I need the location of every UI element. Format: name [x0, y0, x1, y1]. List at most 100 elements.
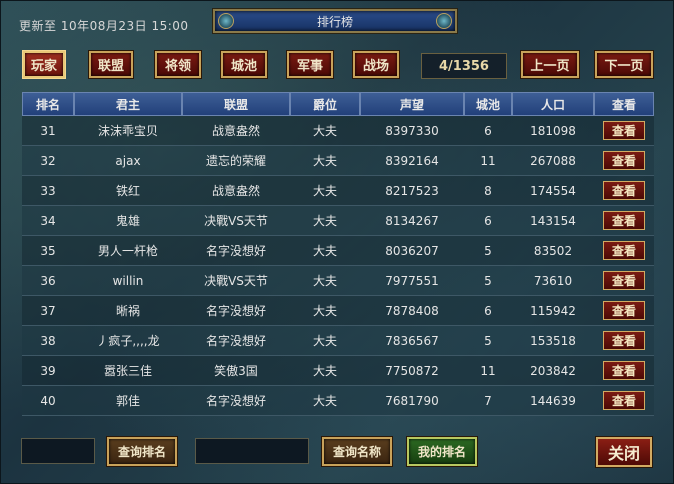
column-header-alliance: 联盟 [182, 92, 290, 116]
ranking-table: 排名 君主 联盟 爵位 声望 城池 人口 查看 31 沫沫乖宝贝 战意盎然 大夫 839… [22, 92, 654, 416]
prestige-cell: 7977551 [360, 266, 464, 296]
alliance-cell: 战意盎然 [182, 176, 290, 206]
view-button[interactable]: 查看 [603, 391, 645, 410]
alliance-cell: 名字没想好 [182, 386, 290, 416]
ornament-left-icon [218, 13, 234, 29]
view-button[interactable]: 查看 [603, 211, 645, 230]
cities-cell: 5 [464, 266, 512, 296]
cities-cell: 5 [464, 236, 512, 266]
ranking-panel: 更新至 10年08月23日 15:00 排行榜 玩家 联盟 将领 城池 军事 战… [0, 0, 674, 484]
ornament-right-icon [436, 13, 452, 29]
lord-name-cell: 郭佳 [74, 386, 182, 416]
column-header-population: 人口 [512, 92, 594, 116]
title-cell: 大夫 [290, 236, 360, 266]
rank-cell: 40 [22, 386, 74, 416]
prev-page-button[interactable]: 上一页 [521, 51, 579, 78]
rank-cell: 39 [22, 356, 74, 386]
table-row: 38 丿疯子,,,,龙 名字没想好 大夫 7836567 5 153518 查看 [22, 326, 654, 356]
population-cell: 73610 [512, 266, 594, 296]
prestige-cell: 7878408 [360, 296, 464, 326]
table-row: 34 鬼雄 决戰VS天节 大夫 8134267 6 143154 查看 [22, 206, 654, 236]
table-row: 35 男人一杆枪 名字没想好 大夫 8036207 5 83502 查看 [22, 236, 654, 266]
title-cell: 大夫 [290, 356, 360, 386]
prestige-cell: 8134267 [360, 206, 464, 236]
alliance-cell: 名字没想好 [182, 296, 290, 326]
population-cell: 143154 [512, 206, 594, 236]
rank-cell: 31 [22, 116, 74, 146]
lord-name-cell: ajax [74, 146, 182, 176]
title-bar: 排行榜 [213, 9, 457, 33]
column-header-view: 查看 [594, 92, 654, 116]
population-cell: 115942 [512, 296, 594, 326]
view-cell: 查看 [594, 266, 654, 296]
tab-battlefield[interactable]: 战场 [353, 51, 399, 78]
page-title: 排行榜 [316, 14, 353, 29]
view-button[interactable]: 查看 [603, 121, 645, 140]
title-cell: 大夫 [290, 206, 360, 236]
cities-cell: 6 [464, 206, 512, 236]
view-button[interactable]: 查看 [603, 331, 645, 350]
tab-general[interactable]: 将领 [155, 51, 201, 78]
table-row: 40 郭佳 名字没想好 大夫 7681790 7 144639 查看 [22, 386, 654, 416]
cities-cell: 8 [464, 176, 512, 206]
prestige-cell: 8392164 [360, 146, 464, 176]
rank-cell: 32 [22, 146, 74, 176]
cities-cell: 5 [464, 326, 512, 356]
prestige-cell: 7681790 [360, 386, 464, 416]
lord-name-cell: 沫沫乖宝贝 [74, 116, 182, 146]
view-button[interactable]: 查看 [603, 361, 645, 380]
column-header-prestige: 声望 [360, 92, 464, 116]
column-header-cities: 城池 [464, 92, 512, 116]
name-search-input[interactable] [195, 438, 309, 464]
table-row: 32 ajax 遗忘的荣耀 大夫 8392164 11 267088 查看 [22, 146, 654, 176]
population-cell: 153518 [512, 326, 594, 356]
rank-cell: 37 [22, 296, 74, 326]
population-cell: 144639 [512, 386, 594, 416]
title-cell: 大夫 [290, 176, 360, 206]
view-cell: 查看 [594, 176, 654, 206]
ranking-table-body: 31 沫沫乖宝贝 战意盎然 大夫 8397330 6 181098 查看 32 ajax 遗忘的荣耀… [22, 116, 654, 416]
my-rank-button[interactable]: 我的排名 [407, 437, 477, 466]
alliance-cell: 遗忘的荣耀 [182, 146, 290, 176]
view-button[interactable]: 查看 [603, 241, 645, 260]
next-page-button[interactable]: 下一页 [595, 51, 653, 78]
table-row: 37 晰祸 名字没想好 大夫 7878408 6 115942 查看 [22, 296, 654, 326]
alliance-cell: 决戰VS天节 [182, 206, 290, 236]
title-cell: 大夫 [290, 296, 360, 326]
tab-military[interactable]: 军事 [287, 51, 333, 78]
column-header-title: 爵位 [290, 92, 360, 116]
rank-cell: 38 [22, 326, 74, 356]
alliance-cell: 名字没想好 [182, 326, 290, 356]
population-cell: 267088 [512, 146, 594, 176]
alliance-cell: 笑傲3国 [182, 356, 290, 386]
cities-cell: 6 [464, 296, 512, 326]
table-row: 36 willin 决戰VS天节 大夫 7977551 5 73610 查看 [22, 266, 654, 296]
cities-cell: 7 [464, 386, 512, 416]
lord-name-cell: 嚣张三佳 [74, 356, 182, 386]
tab-alliance[interactable]: 联盟 [89, 51, 133, 78]
column-header-rank: 排名 [22, 92, 74, 116]
close-button[interactable]: 关闭 [596, 437, 652, 467]
population-cell: 83502 [512, 236, 594, 266]
tab-city[interactable]: 城池 [221, 51, 267, 78]
lord-name-cell: 鬼雄 [74, 206, 182, 236]
rank-search-input[interactable] [21, 438, 95, 464]
view-button[interactable]: 查看 [603, 301, 645, 320]
rank-cell: 35 [22, 236, 74, 266]
search-rank-button[interactable]: 查询排名 [107, 437, 177, 466]
view-button[interactable]: 查看 [603, 181, 645, 200]
rank-cell: 33 [22, 176, 74, 206]
lord-name-cell: willin [74, 266, 182, 296]
view-cell: 查看 [594, 146, 654, 176]
table-row: 33 铁红 战意盎然 大夫 8217523 8 174554 查看 [22, 176, 654, 206]
view-button[interactable]: 查看 [603, 271, 645, 290]
alliance-cell: 名字没想好 [182, 236, 290, 266]
update-time-label: 更新至 10年08月23日 15:00 [19, 17, 189, 34]
lord-name-cell: 晰祸 [74, 296, 182, 326]
alliance-cell: 战意盎然 [182, 116, 290, 146]
tab-player[interactable]: 玩家 [22, 50, 66, 79]
search-name-button[interactable]: 查询名称 [322, 437, 392, 466]
alliance-cell: 决戰VS天节 [182, 266, 290, 296]
title-cell: 大夫 [290, 146, 360, 176]
view-button[interactable]: 查看 [603, 151, 645, 170]
